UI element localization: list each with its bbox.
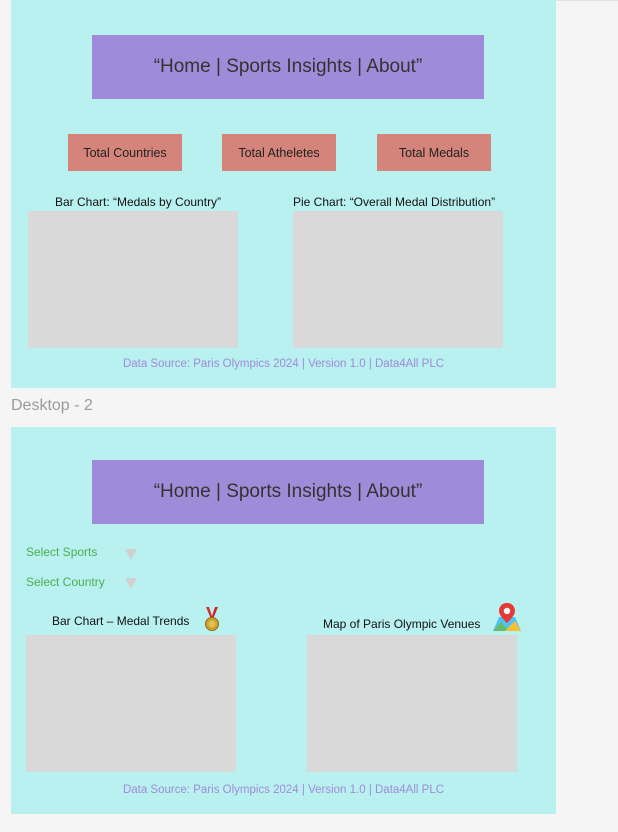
- pie-chart-title: Pie Chart: “Overall Medal Distribution”: [293, 195, 496, 209]
- desktop-frame-1: “Home | Sports Insights | About” Total C…: [11, 0, 556, 388]
- nav-bar[interactable]: “Home | Sports Insights | About”: [92, 460, 484, 524]
- select-sports-label[interactable]: Select Sports: [26, 545, 97, 559]
- total-countries-card[interactable]: Total Countries: [68, 134, 182, 171]
- pie-chart-placeholder: [293, 211, 503, 348]
- total-athletes-card[interactable]: Total Atheletes: [222, 134, 336, 171]
- venues-map-title: Map of Paris Olympic Venues: [323, 617, 481, 631]
- canvas-divider: [556, 0, 618, 1]
- footer-text: Data Source: Paris Olympics 2024 | Versi…: [122, 358, 445, 370]
- sports-dropdown-arrow-icon[interactable]: [125, 549, 137, 560]
- footer-text: Data Source: Paris Olympics 2024 | Versi…: [122, 784, 445, 796]
- nav-bar[interactable]: “Home | Sports Insights | About”: [92, 35, 484, 99]
- frame-label: Desktop - 2: [11, 397, 93, 414]
- total-medals-card[interactable]: Total Medals: [377, 134, 491, 171]
- select-country-label[interactable]: Select Country: [26, 575, 105, 589]
- bar-chart-placeholder: [28, 211, 238, 348]
- venues-map-placeholder: [307, 635, 517, 772]
- medal-trends-chart-title: Bar Chart – Medal Trends: [52, 614, 190, 628]
- medal-trends-chart-placeholder: [26, 635, 236, 772]
- desktop-frame-2: “Home | Sports Insights | About” Select …: [11, 427, 556, 814]
- map-pin-icon: [491, 601, 523, 638]
- country-dropdown-arrow-icon[interactable]: [125, 578, 137, 589]
- bar-chart-title: Bar Chart: “Medals by Country”: [55, 195, 222, 209]
- medal-icon: [201, 606, 223, 637]
